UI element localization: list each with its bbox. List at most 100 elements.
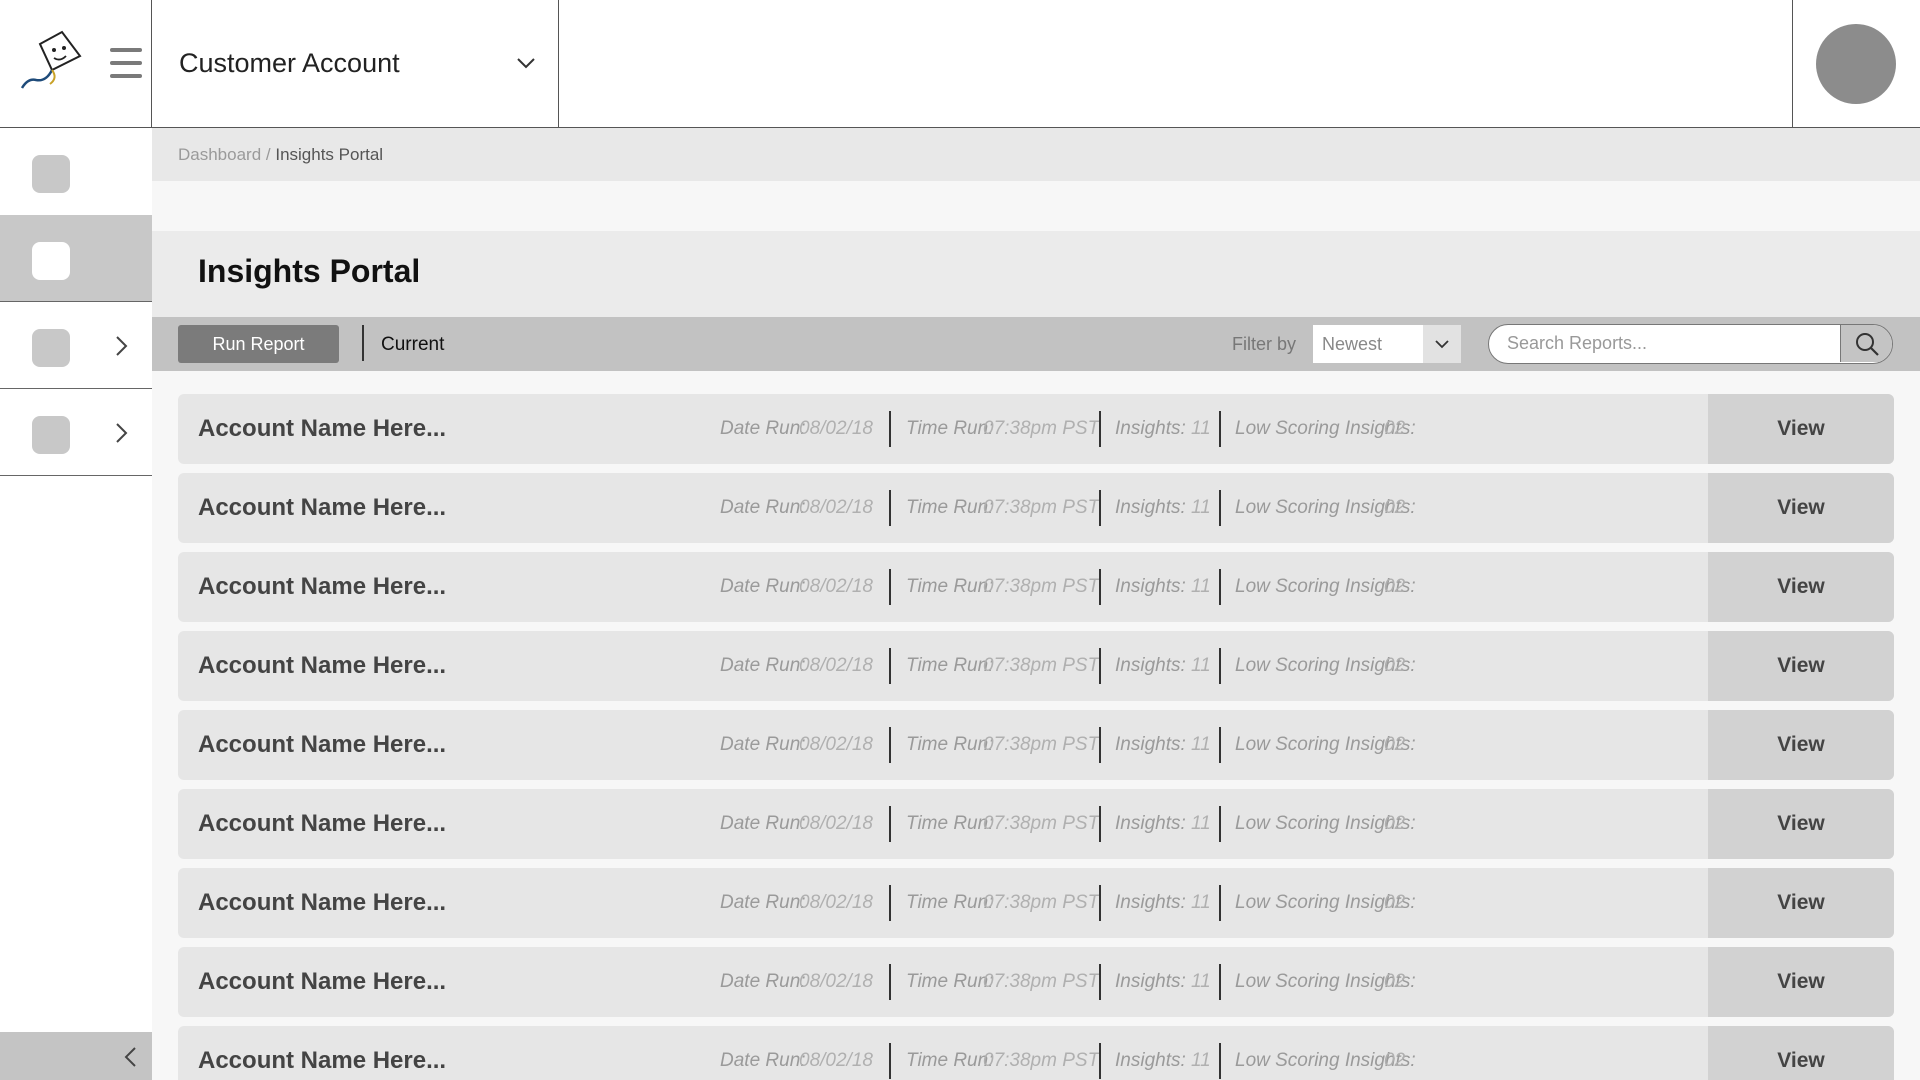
row-separator	[1099, 885, 1101, 921]
time-run-label: Time Run:	[906, 971, 994, 992]
breadcrumb-current: Insights Portal	[275, 145, 384, 164]
search-box	[1488, 324, 1893, 364]
report-row: Account Name Here... Date Run: 08/02/18 Tim…	[178, 473, 1894, 543]
view-button[interactable]: View	[1708, 868, 1894, 938]
account-selector-label: Customer Account	[179, 48, 400, 78]
insights-label: Insights:	[1115, 418, 1186, 439]
filter-select[interactable]: Newest	[1313, 325, 1461, 363]
time-run-value: 07:38pm PST	[983, 418, 1100, 439]
view-button[interactable]: View	[1708, 394, 1894, 464]
low-scoring-value: 02	[1384, 655, 1406, 676]
sidebar-collapse-button[interactable]	[0, 1032, 152, 1080]
view-button[interactable]: View	[1708, 710, 1894, 780]
main-content: Dashboard / Insights Portal Insights Por…	[152, 128, 1920, 1080]
kite-logo-icon[interactable]	[18, 28, 90, 96]
avatar-cell	[1792, 0, 1920, 127]
row-separator	[1219, 727, 1221, 763]
chevron-right-icon	[116, 336, 128, 356]
sidebar-item-3[interactable]	[0, 302, 152, 389]
date-run-value: 08/02/18	[799, 734, 873, 755]
report-row: Account Name Here... Date Run: 08/02/18 Tim…	[178, 789, 1894, 859]
insights-label: Insights:	[1115, 1050, 1186, 1071]
insights-value: 11	[1191, 655, 1211, 676]
filter-dropdown-arrow[interactable]	[1423, 325, 1461, 363]
date-run-value: 08/02/18	[799, 655, 873, 676]
sidebar-item-1[interactable]	[0, 128, 152, 215]
search-input[interactable]	[1507, 325, 1847, 362]
date-run-label: Date Run:	[720, 1050, 806, 1071]
time-run-value: 07:38pm PST	[983, 576, 1100, 597]
time-run-value: 07:38pm PST	[983, 892, 1100, 913]
account-name: Account Name Here...	[198, 652, 447, 679]
date-run-label: Date Run:	[720, 971, 806, 992]
report-row: Account Name Here... Date Run: 08/02/18 Tim…	[178, 631, 1894, 701]
run-report-button[interactable]: Run Report	[178, 325, 339, 363]
row-separator	[1219, 569, 1221, 605]
row-separator	[889, 490, 891, 526]
report-row: Account Name Here... Date Run: 08/02/18 Tim…	[178, 868, 1894, 938]
row-separator	[1219, 1043, 1221, 1079]
chevron-down-icon	[1435, 340, 1449, 349]
user-avatar[interactable]	[1816, 24, 1896, 104]
account-name: Account Name Here...	[198, 889, 447, 916]
logo-cell	[0, 0, 152, 127]
low-scoring-value: 02	[1384, 497, 1406, 518]
time-run-value: 07:38pm PST	[983, 497, 1100, 518]
view-button[interactable]: View	[1708, 552, 1894, 622]
date-run-value: 08/02/18	[799, 971, 873, 992]
insights-label: Insights:	[1115, 813, 1186, 834]
sidebar-item-icon	[32, 155, 70, 193]
time-run-value: 07:38pm PST	[983, 813, 1100, 834]
row-separator	[1099, 490, 1101, 526]
row-separator	[1099, 1043, 1101, 1079]
insights-value: 11	[1191, 971, 1211, 992]
account-name: Account Name Here...	[198, 1047, 447, 1074]
breadcrumb-dashboard-link[interactable]: Dashboard	[178, 145, 261, 164]
time-run-value: 07:38pm PST	[983, 971, 1100, 992]
row-separator	[1219, 490, 1221, 526]
sidebar-item-4[interactable]	[0, 389, 152, 476]
insights-label: Insights:	[1115, 655, 1186, 676]
row-separator	[889, 1043, 891, 1079]
row-separator	[889, 964, 891, 1000]
chevron-left-icon	[124, 1047, 136, 1067]
view-button[interactable]: View	[1708, 1026, 1894, 1080]
chevron-right-icon	[116, 423, 128, 443]
chevron-down-icon	[517, 58, 535, 69]
view-button[interactable]: View	[1708, 631, 1894, 701]
insights-value: 11	[1191, 892, 1211, 913]
report-row: Account Name Here... Date Run: 08/02/18 Tim…	[178, 552, 1894, 622]
date-run-label: Date Run:	[720, 576, 806, 597]
search-button[interactable]	[1840, 325, 1892, 362]
insights-value: 11	[1191, 418, 1211, 439]
page-title: Insights Portal	[198, 253, 421, 289]
top-bar: Customer Account	[0, 0, 1920, 128]
insights-value: 11	[1191, 1050, 1211, 1071]
row-separator	[889, 885, 891, 921]
account-name: Account Name Here...	[198, 415, 447, 442]
row-separator	[889, 727, 891, 763]
row-separator	[889, 569, 891, 605]
title-bar: Insights Portal	[152, 231, 1920, 317]
view-button[interactable]: View	[1708, 473, 1894, 543]
low-scoring-value: 02	[1384, 576, 1406, 597]
sidebar-item-icon	[32, 242, 70, 280]
toolbar: Run Report Current Filter by Newest	[152, 317, 1920, 371]
breadcrumb: Dashboard / Insights Portal	[178, 145, 383, 165]
row-separator	[1219, 806, 1221, 842]
row-separator	[1099, 648, 1101, 684]
current-tab[interactable]: Current	[381, 334, 444, 356]
sidebar-item-2-active[interactable]	[0, 215, 152, 302]
row-separator	[1099, 411, 1101, 447]
report-row: Account Name Here... Date Run: 08/02/18 Tim…	[178, 947, 1894, 1017]
low-scoring-value: 02	[1384, 734, 1406, 755]
row-separator	[1219, 648, 1221, 684]
view-button[interactable]: View	[1708, 947, 1894, 1017]
account-selector[interactable]: Customer Account	[152, 0, 559, 127]
report-row: Account Name Here... Date Run: 08/02/18 Tim…	[178, 1026, 1894, 1080]
breadcrumb-bar: Dashboard / Insights Portal	[152, 128, 1920, 181]
report-row: Account Name Here... Date Run: 08/02/18 Tim…	[178, 394, 1894, 464]
view-button[interactable]: View	[1708, 789, 1894, 859]
hamburger-menu-icon[interactable]	[110, 48, 142, 78]
time-run-label: Time Run:	[906, 497, 994, 518]
